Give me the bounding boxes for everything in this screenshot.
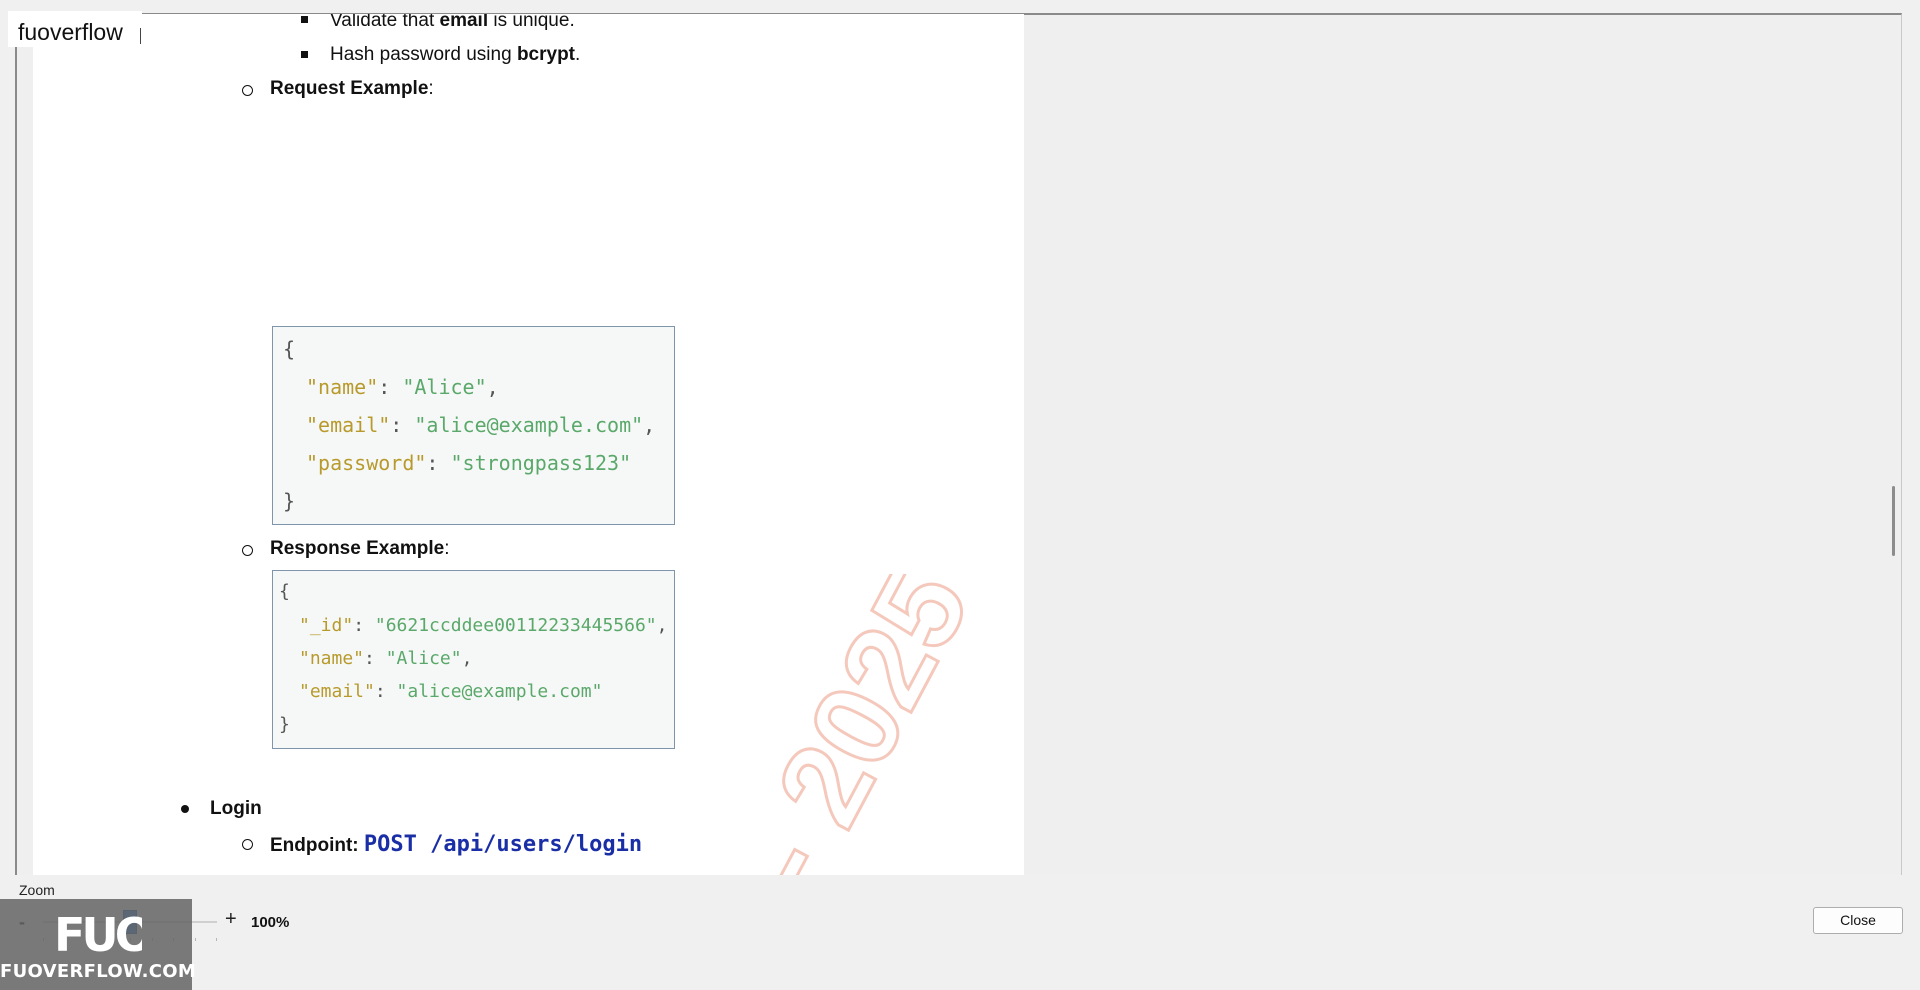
rule-bold: bcrypt — [516, 44, 576, 65]
json-key: "name" — [299, 648, 365, 669]
json-punctuation: , — [643, 413, 656, 437]
text-caret — [140, 28, 141, 44]
code-line: } — [279, 714, 290, 735]
rule-bold: email — [439, 14, 489, 31]
watermark-text: 5 - 2025 — [670, 574, 973, 875]
response-example-heading: Response Example: — [270, 538, 450, 559]
json-key: "email" — [306, 413, 391, 437]
brand-mark-text: FUO — [54, 908, 142, 957]
request-example-label: Request Example — [270, 78, 429, 99]
json-punctuation: , — [461, 648, 473, 669]
square-bullet-icon — [301, 51, 308, 58]
circle-bullet-icon — [242, 839, 253, 850]
code-line: "_id": "6621ccddee00112233445566", — [299, 615, 667, 636]
json-key: "password" — [306, 451, 427, 475]
rule-text: is unique. — [488, 14, 575, 31]
login-heading: Login — [210, 798, 262, 820]
json-punctuation: , — [656, 615, 668, 636]
zoom-label: Zoom — [19, 882, 55, 898]
endpoint-label: Endpoint: — [270, 835, 359, 856]
zoom-in-button[interactable]: + — [225, 908, 237, 931]
circle-bullet-icon — [242, 85, 253, 96]
json-punctuation: } — [279, 714, 290, 735]
response-example-label: Response Example — [270, 538, 445, 559]
code-line: "password": "strongpass123" — [306, 451, 631, 475]
rule-text: . — [575, 44, 581, 65]
validation-rule-1: Validate that email is unique. — [330, 14, 575, 32]
code-line: "email": "alice@example.com" — [299, 681, 602, 702]
rule-text: Hash password using — [330, 44, 517, 65]
code-line: "name": "Alice", — [299, 648, 472, 669]
json-string: "Alice" — [385, 648, 462, 669]
vertical-scrollbar-thumb[interactable] — [1892, 486, 1895, 556]
json-punctuation: } — [283, 489, 296, 513]
json-string: "alice@example.com" — [396, 681, 603, 702]
rule-text: Validate that — [330, 14, 440, 31]
close-button[interactable]: Close — [1813, 907, 1903, 934]
json-punctuation: : — [378, 375, 403, 399]
zoom-value: 100% — [251, 914, 290, 931]
json-punctuation: { — [279, 581, 290, 602]
code-line: } — [283, 489, 295, 513]
json-key: "_id" — [299, 615, 354, 636]
code-line: "email": "alice@example.com", — [306, 413, 655, 437]
response-example-code: { "_id": "6621ccddee00112233445566", "na… — [272, 570, 675, 749]
disc-bullet-icon — [181, 805, 189, 813]
square-bullet-icon — [301, 16, 308, 23]
json-key: "email" — [299, 681, 375, 702]
request-example-heading: Request Example: — [270, 78, 434, 99]
validation-rule-2: Hash password using bcrypt. — [330, 44, 580, 66]
json-key: "name" — [306, 375, 379, 399]
json-string: "6621ccddee00112233445566" — [374, 615, 657, 636]
endpoint-value: POST /api/users/login — [363, 832, 643, 857]
json-punctuation: : — [374, 681, 397, 702]
json-string: "alice@example.com" — [414, 413, 644, 437]
json-punctuation: : — [364, 648, 386, 669]
json-punctuation: : — [390, 413, 415, 437]
code-line: { — [279, 581, 290, 602]
json-punctuation: , — [486, 375, 499, 399]
json-punctuation: : — [426, 451, 451, 475]
brand-logo: FUO FUOVERFLOW.COM — [0, 899, 197, 990]
login-heading-text: Login — [210, 798, 262, 819]
circle-bullet-icon — [242, 545, 253, 556]
code-line: { — [283, 337, 295, 361]
json-punctuation: { — [283, 337, 296, 361]
document-page[interactable]: Validate that email is unique. Hash pass… — [33, 14, 1024, 875]
fuo-logo-icon: FUO — [54, 908, 142, 957]
json-punctuation: : — [353, 615, 375, 636]
code-line: "name": "Alice", — [306, 375, 499, 399]
json-string: "strongpass123" — [450, 451, 632, 475]
app-title: fuoverflow — [8, 11, 142, 47]
json-string: "Alice" — [402, 375, 487, 399]
login-endpoint: Endpoint: POST /api/users/login — [270, 832, 642, 857]
request-example-code: { "name": "Alice", "email": "alice@examp… — [272, 326, 675, 525]
brand-text: FUOVERFLOW.COM — [0, 961, 197, 982]
